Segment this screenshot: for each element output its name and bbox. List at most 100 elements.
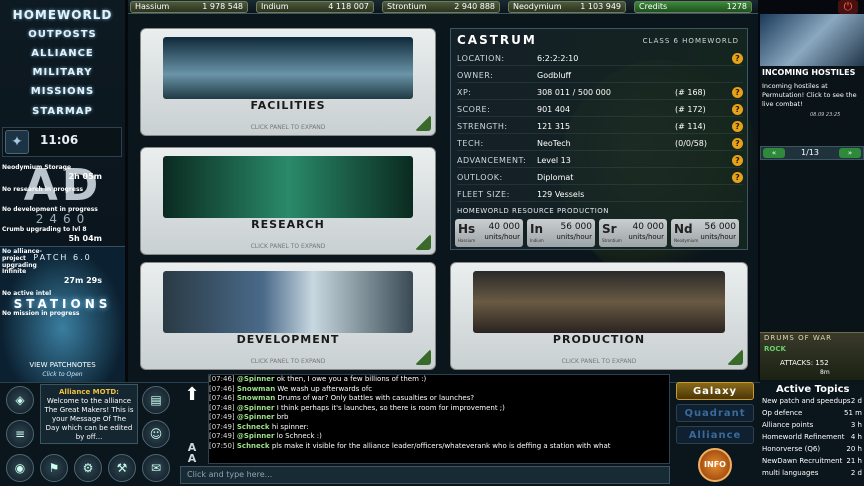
tab-alliance[interactable]: Alliance [676, 426, 754, 444]
rank-emblem-icon[interactable]: ✦ [5, 130, 29, 154]
expand-corner-icon[interactable] [415, 234, 431, 250]
notes-icon[interactable]: ▤ [142, 386, 170, 414]
topic-item[interactable]: Homeworld Refinement 4 h [762, 433, 862, 441]
chat-time: [07:49] [209, 422, 235, 431]
row-value: 129 Vessels [537, 190, 585, 199]
help-icon[interactable]: ? [732, 121, 743, 132]
drums-attacks: ATTACKS: 152 [780, 359, 829, 367]
chat-nick[interactable]: @Spinner [237, 413, 275, 421]
queue-item[interactable]: Infinite 27m 29s [2, 268, 102, 285]
topic-item[interactable]: NewDawn Recruitment 21 h [762, 457, 862, 465]
resource-hassium[interactable]: Hassium 1 978 548 [130, 1, 248, 13]
resource-neodymium[interactable]: Neodymium 1 103 949 [508, 1, 626, 13]
hostiles-text[interactable]: Incoming hostiles at Permutation! Click … [762, 82, 862, 109]
chat-time: [07:50] [209, 441, 235, 450]
station-icon[interactable]: ◈ [6, 386, 34, 414]
chat-nick[interactable]: Schneck [237, 442, 270, 450]
expand-corner-icon[interactable] [415, 115, 431, 131]
chat-log[interactable]: [07:46] @Spinner ok then, I owe you a fe… [208, 374, 670, 464]
click-to-open: Click to Open [42, 371, 83, 378]
expand-corner-icon[interactable] [415, 349, 431, 365]
queue-item[interactable]: No alliance-project upgrading [2, 248, 62, 269]
production-panel[interactable]: PRODUCTION CLICK PANEL TO EXPAND [450, 262, 748, 370]
settings-icon[interactable]: ⚙ [74, 454, 102, 482]
queue-pager: « 1/13 » [760, 146, 864, 160]
tool-icon[interactable]: ⚒ [108, 454, 136, 482]
resource-strontium[interactable]: Strontium 2 940 888 [382, 1, 500, 13]
topic-time: 20 h [846, 445, 862, 453]
res-unit: units/hour [484, 233, 520, 241]
queue-item[interactable]: No research in progress [2, 186, 102, 193]
chat-time: [07:49] [209, 432, 235, 440]
res-name: Hassium [458, 238, 476, 243]
nav-alliance[interactable]: ALLIANCE [0, 48, 125, 59]
nav-homeworld[interactable]: HOMEWORLD [0, 8, 125, 22]
row-value: Godbluff [537, 71, 572, 80]
info-row-owner: OWNER: Godbluff [457, 68, 743, 83]
chat-nick[interactable]: Snowman [237, 394, 275, 402]
chat-nick[interactable]: Schneck [237, 423, 270, 431]
info-row-score: SCORE: 901 404 (# 172)? [457, 102, 743, 117]
flag-icon[interactable]: ⚑ [40, 454, 68, 482]
patch-stations: STATIONS [13, 297, 112, 311]
help-icon[interactable]: ? [732, 155, 743, 166]
research-panel[interactable]: RESEARCH CLICK PANEL TO EXPAND [140, 147, 436, 255]
nav-starmap[interactable]: STARMAP [0, 106, 125, 117]
queue-item[interactable]: Neodymium Storage 2h 05m [2, 164, 102, 181]
expand-corner-icon[interactable] [727, 349, 743, 365]
chat-nick[interactable]: @Spinner [237, 432, 275, 440]
members-icon[interactable]: ☺ [142, 420, 170, 448]
station-name: CASTRUM [457, 33, 537, 47]
mail-icon[interactable]: ✉ [142, 454, 170, 482]
topic-item[interactable]: multi languages 2 d [762, 469, 862, 477]
hostiles-image[interactable] [760, 14, 864, 66]
queue-item[interactable]: Crumb upgrading to lvl 8 5h 04m [2, 226, 102, 243]
drums-of-war-box[interactable]: DRUMS OF WAR ROCK ATTACKS: 152 8m [760, 332, 864, 380]
facilities-panel[interactable]: FACILITIES CLICK PANEL TO EXPAND [140, 28, 436, 136]
tab-quadrant[interactable]: Quadrant [676, 404, 754, 422]
hostiles-date: 08.09 23:25 [810, 112, 841, 118]
next-arrow-icon[interactable]: » [839, 148, 861, 158]
view-patchnotes-link[interactable]: VIEW PATCHNOTES [0, 361, 125, 369]
station-class: CLASS 6 HOMEWORLD [642, 37, 739, 45]
development-panel[interactable]: DEVELOPMENT CLICK PANEL TO EXPAND [140, 262, 436, 370]
nav-missions[interactable]: MISSIONS [0, 86, 125, 97]
queue-item[interactable]: No mission in progress [2, 310, 102, 317]
chat-nick[interactable]: @Spinner [237, 404, 275, 412]
queue-item[interactable]: No development in progress [2, 206, 102, 213]
help-icon[interactable]: ? [732, 172, 743, 183]
prev-arrow-icon[interactable]: « [763, 148, 785, 158]
chat-line: [07:50] Schneck pls make it visible for … [209, 442, 669, 452]
help-icon[interactable]: ? [732, 138, 743, 149]
chat-nick[interactable]: @Spinner [237, 375, 275, 383]
queue-item[interactable]: No active intel [2, 290, 102, 297]
radar-icon[interactable]: ◉ [6, 454, 34, 482]
help-icon[interactable]: ? [732, 53, 743, 64]
topic-item[interactable]: Alliance points 3 h [762, 421, 862, 429]
info-button[interactable]: INFO [698, 448, 732, 482]
row-label: OUTLOOK: [457, 173, 503, 182]
topic-item[interactable]: Honorverse (Q6) 20 h [762, 445, 862, 453]
row-value: Level 13 [537, 156, 571, 165]
res-symbol: Sr [602, 222, 617, 236]
res-amount: 56 000 [560, 222, 593, 232]
font-size-icon[interactable]: AA [180, 442, 204, 464]
nav-outposts[interactable]: OUTPOSTS [0, 29, 125, 40]
resource-credits[interactable]: Credits 1278 [634, 1, 752, 13]
help-icon[interactable]: ? [732, 104, 743, 115]
chat-time: [07:48] [209, 403, 235, 412]
tab-galaxy[interactable]: Galaxy [676, 382, 754, 400]
nav-military[interactable]: MILITARY [0, 67, 125, 78]
queue-label: No research in progress [2, 186, 84, 193]
list-icon[interactable]: ≡ [6, 420, 34, 448]
station-info-panel: CASTRUM CLASS 6 HOMEWORLD LOCATION: 6:2:2… [450, 28, 748, 250]
power-icon[interactable]: ⏻ [838, 0, 858, 14]
topic-item[interactable]: Op defence 51 m [762, 409, 862, 417]
chat-input[interactable]: Click and type here... [180, 466, 670, 484]
chat-nick[interactable]: Snowman [237, 385, 275, 393]
help-icon[interactable]: ? [732, 87, 743, 98]
scroll-up-arrow-icon[interactable]: ⬆ [180, 384, 204, 408]
resource-indium[interactable]: Indium 4 118 007 [256, 1, 374, 13]
topic-item[interactable]: New patch and speedups 2 d [762, 397, 862, 405]
alliance-motd[interactable]: Alliance MOTD: Welcome to the alliance T… [40, 384, 138, 444]
